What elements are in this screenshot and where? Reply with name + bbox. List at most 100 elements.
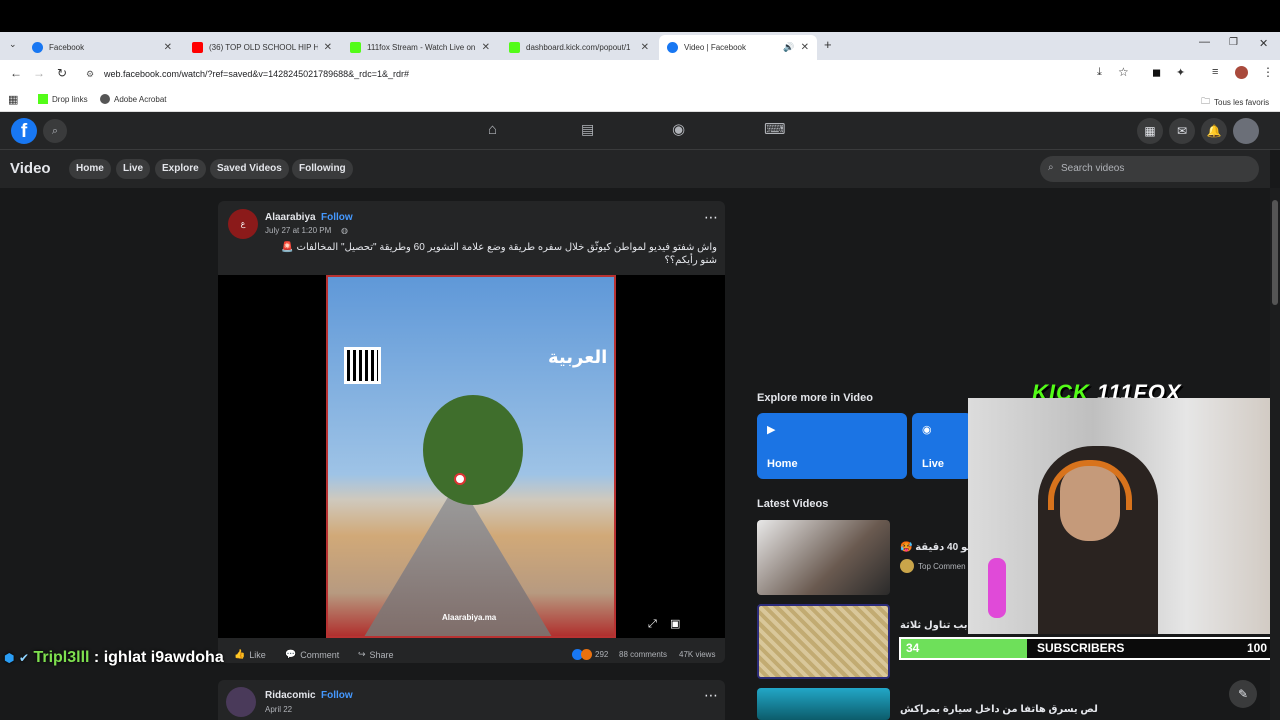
video-player[interactable]: العربية Alaarabiya.ma ⤢ ▣ [218, 275, 725, 638]
home-nav-icon[interactable]: ⌂ [488, 121, 497, 138]
speaker-icon[interactable]: 🔊 [783, 42, 794, 53]
bookmark-adobe-acrobat[interactable]: Adobe Acrobat [100, 94, 166, 104]
back-icon[interactable]: ← [10, 66, 22, 80]
kick-favicon-icon [509, 42, 520, 53]
bookmark-drop-links[interactable]: Drop links [38, 94, 88, 104]
forward-icon[interactable]: → [33, 66, 45, 80]
media-control-icon[interactable]: ≡ [1212, 66, 1218, 78]
all-bookmarks[interactable]: 🗀 Tous les favoris [1201, 94, 1269, 110]
nav-live[interactable]: Live [116, 159, 151, 179]
chat-badge-2-icon: ✔ [18, 651, 29, 665]
new-message-icon[interactable]: ✎ [1229, 680, 1257, 708]
chat-badge-icon: ⬢ [4, 651, 15, 665]
subscriber-goal-fill [901, 639, 1028, 658]
tab-title: (36) TOP OLD SCHOOL HIP HO [209, 43, 318, 52]
address-bar-row: ← → ↻ ⚙ web.facebook.com/watch/?ref=save… [0, 60, 1280, 88]
comment-bubble-icon: 💬 [285, 649, 297, 659]
new-tab-icon[interactable]: + [824, 37, 832, 52]
video-play-icon: ▶ [767, 424, 776, 436]
url-field[interactable]: ⚙ web.facebook.com/watch/?ref=saved&v=14… [78, 63, 1138, 85]
browser-tab-facebook[interactable]: Facebook ✕ [24, 35, 180, 60]
menu-grid-icon[interactable]: ▦ [1137, 118, 1163, 144]
scrollbar-thumb[interactable] [1272, 200, 1278, 305]
reactions-summary[interactable]: 292 [572, 649, 608, 660]
post-timestamp[interactable]: July 27 at 1:20 PM [265, 226, 331, 235]
all-bookmarks-label: Tous les favoris [1214, 97, 1270, 107]
fullscreen-icon[interactable]: ⤢ [648, 618, 657, 631]
chat-message-text: : ighlat i9awdoha [93, 649, 224, 666]
bookmark-label: Adobe Acrobat [114, 94, 167, 104]
speed-sign [454, 473, 466, 485]
maximize-icon[interactable]: ❐ [1229, 37, 1238, 48]
profile-avatar-icon[interactable] [1235, 66, 1248, 79]
card-label: Home [767, 458, 798, 470]
browser-tab-video-facebook[interactable]: Video | Facebook 🔊 ✕ [659, 35, 817, 60]
comment-button[interactable]: 💬 Comment [285, 649, 339, 660]
groups-nav-icon[interactable]: ◉ [672, 120, 685, 138]
author-avatar[interactable]: ع [228, 209, 258, 239]
notifications-bell-icon[interactable]: 🔔 [1201, 118, 1227, 144]
nav-following[interactable]: Following [292, 159, 353, 179]
search-icon: ⌕ [1048, 162, 1054, 173]
video-post: ع Alaarabiya Follow July 27 at 1:20 PM ◍… [218, 201, 725, 663]
facebook-logo-icon[interactable]: f [11, 118, 37, 144]
video-title: بب تناول ثلاثة [900, 620, 968, 631]
page-scrollbar[interactable] [1270, 188, 1280, 720]
site-info-icon[interactable]: ⚙ [86, 63, 94, 85]
follow-link[interactable]: Follow [321, 212, 353, 223]
facebook-favicon-icon [667, 42, 678, 53]
account-avatar[interactable] [1233, 118, 1259, 144]
reload-icon[interactable]: ↻ [57, 66, 67, 80]
close-tab-icon[interactable]: ✕ [641, 42, 649, 53]
explore-card-home[interactable]: ▶ Home [757, 413, 907, 479]
top-black-bar [0, 0, 1280, 32]
explore-card-live[interactable]: ◉ Live [912, 413, 972, 479]
post-options-icon[interactable]: ⋯ [704, 687, 718, 704]
post-timestamp[interactable]: April 22 [265, 705, 292, 714]
browser-tab-kick-stream[interactable]: 111fox Stream - Watch Live on ✕ [342, 35, 498, 60]
extension-icon[interactable]: ◼ [1152, 66, 1161, 79]
close-tab-icon[interactable]: ✕ [164, 42, 172, 53]
messenger-icon[interactable]: ✉ [1169, 118, 1195, 144]
subs-goal: 100 [1246, 641, 1267, 655]
post-options-icon[interactable]: ⋯ [704, 209, 718, 226]
close-tab-icon[interactable]: ✕ [482, 42, 490, 53]
close-tab-icon[interactable]: ✕ [801, 42, 809, 53]
chat-message-overlay: ⬢ ✔ Tripl3lll : ighlat i9awdoha [4, 649, 224, 667]
author-name[interactable]: Ridacomic [265, 690, 316, 701]
browser-menu-icon[interactable]: ⋮ [1262, 65, 1274, 79]
page-avatar [900, 559, 914, 573]
picture-in-picture-icon[interactable]: ▣ [670, 617, 680, 630]
kick-bookmark-icon [38, 94, 48, 104]
video-frame: العربية Alaarabiya.ma [326, 275, 616, 638]
globe-icon: ◍ [341, 226, 348, 235]
tab-title: 111fox Stream - Watch Live on [367, 43, 476, 52]
close-tab-icon[interactable]: ✕ [324, 42, 332, 53]
marketplace-nav-icon[interactable]: ▤ [581, 121, 594, 138]
nav-home[interactable]: Home [69, 159, 111, 179]
minimize-icon[interactable]: — [1199, 36, 1210, 48]
author-name[interactable]: Alaarabiya [265, 212, 316, 223]
thumbs-up-icon: 👍 [234, 649, 246, 659]
extensions-puzzle-icon[interactable]: ✦ [1176, 66, 1185, 79]
gaming-nav-icon[interactable]: ⌨ [764, 120, 786, 138]
follow-link[interactable]: Follow [321, 690, 353, 701]
nav-saved-videos[interactable]: Saved Videos [210, 159, 289, 179]
latest-video-item[interactable]: لص يسرق هاتفا من داخل سيارة بمراكش [757, 688, 1277, 720]
bookmark-star-icon[interactable]: ☆ [1118, 65, 1129, 79]
search-icon[interactable]: ⌕ [43, 119, 67, 143]
author-avatar[interactable] [226, 687, 256, 717]
install-app-icon[interactable]: ⤓ [1097, 66, 1102, 79]
apps-grid-icon[interactable]: ▦ [8, 93, 18, 106]
like-button[interactable]: 👍 Like [234, 649, 266, 660]
video-nav-bar: Video Home Live Explore Saved Videos Fol… [0, 150, 1270, 188]
browser-tab-kick-dashboard[interactable]: dashboard.kick.com/popout/1 ✕ [501, 35, 657, 60]
tab-list-chevron-icon[interactable]: ⌄ [9, 39, 17, 50]
close-window-icon[interactable]: ✕ [1259, 37, 1268, 50]
comments-count[interactable]: 88 comments [619, 650, 667, 659]
url-text: web.facebook.com/watch/?ref=saved&v=1428… [104, 69, 409, 79]
share-button[interactable]: ↪ Share [358, 649, 394, 660]
nav-explore[interactable]: Explore [155, 159, 206, 179]
browser-tab-youtube[interactable]: (36) TOP OLD SCHOOL HIP HO ✕ [184, 35, 340, 60]
search-videos-field[interactable]: ⌕ Search videos [1040, 156, 1259, 182]
